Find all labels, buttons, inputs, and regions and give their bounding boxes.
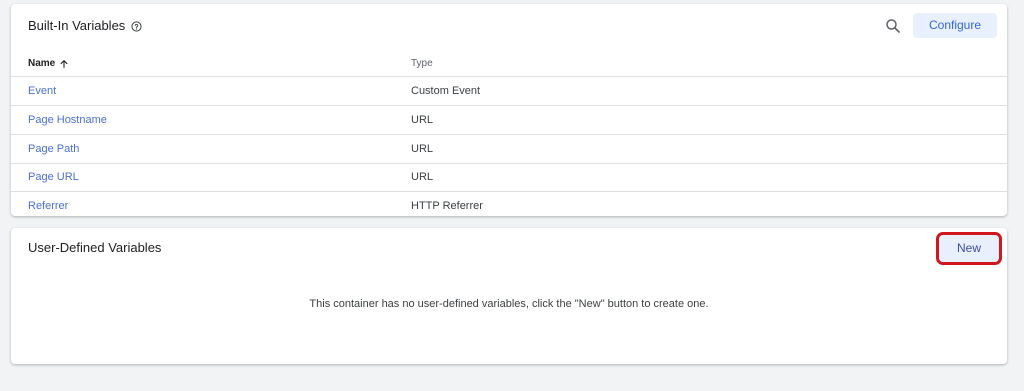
variable-type: Custom Event [411,85,481,97]
user-defined-variables-title: User-Defined Variables [28,240,162,255]
column-header-type: Type [411,58,433,69]
column-header-name[interactable]: Name [28,58,69,69]
table-row: Page URL URL [11,163,1007,192]
variable-name-link[interactable]: Page Path [28,143,79,155]
built-in-variables-card: Built-In Variables Configure Name Type E… [11,4,1007,216]
built-in-variables-title-text: Built-In Variables [28,18,126,33]
table-row: Event Custom Event [11,77,1007,106]
table-header: Name Type [11,48,1007,77]
variable-name-link[interactable]: Page URL [28,171,79,183]
column-header-name-label: Name [28,58,56,69]
new-variable-button[interactable]: New [936,232,1002,265]
arrow-up-icon [60,59,68,68]
configure-button[interactable]: Configure [913,13,997,38]
empty-state-message: This container has no user-defined varia… [309,298,709,310]
search-icon[interactable] [884,17,902,35]
table-row: Referrer HTTP Referrer [11,192,1007,220]
help-icon[interactable] [131,20,142,32]
variable-type: URL [411,171,434,183]
table-row: Page Path URL [11,135,1007,164]
variable-type: URL [411,114,434,126]
built-in-variables-title: Built-In Variables [28,18,142,33]
table-row: Page Hostname URL [11,106,1007,135]
variable-type: HTTP Referrer [411,200,483,212]
variable-type: URL [411,143,434,155]
variable-name-link[interactable]: Page Hostname [28,114,107,126]
variable-name-link[interactable]: Event [28,85,56,97]
user-defined-variables-card: User-Defined Variables New This containe… [11,228,1007,364]
variable-name-link[interactable]: Referrer [28,200,68,212]
